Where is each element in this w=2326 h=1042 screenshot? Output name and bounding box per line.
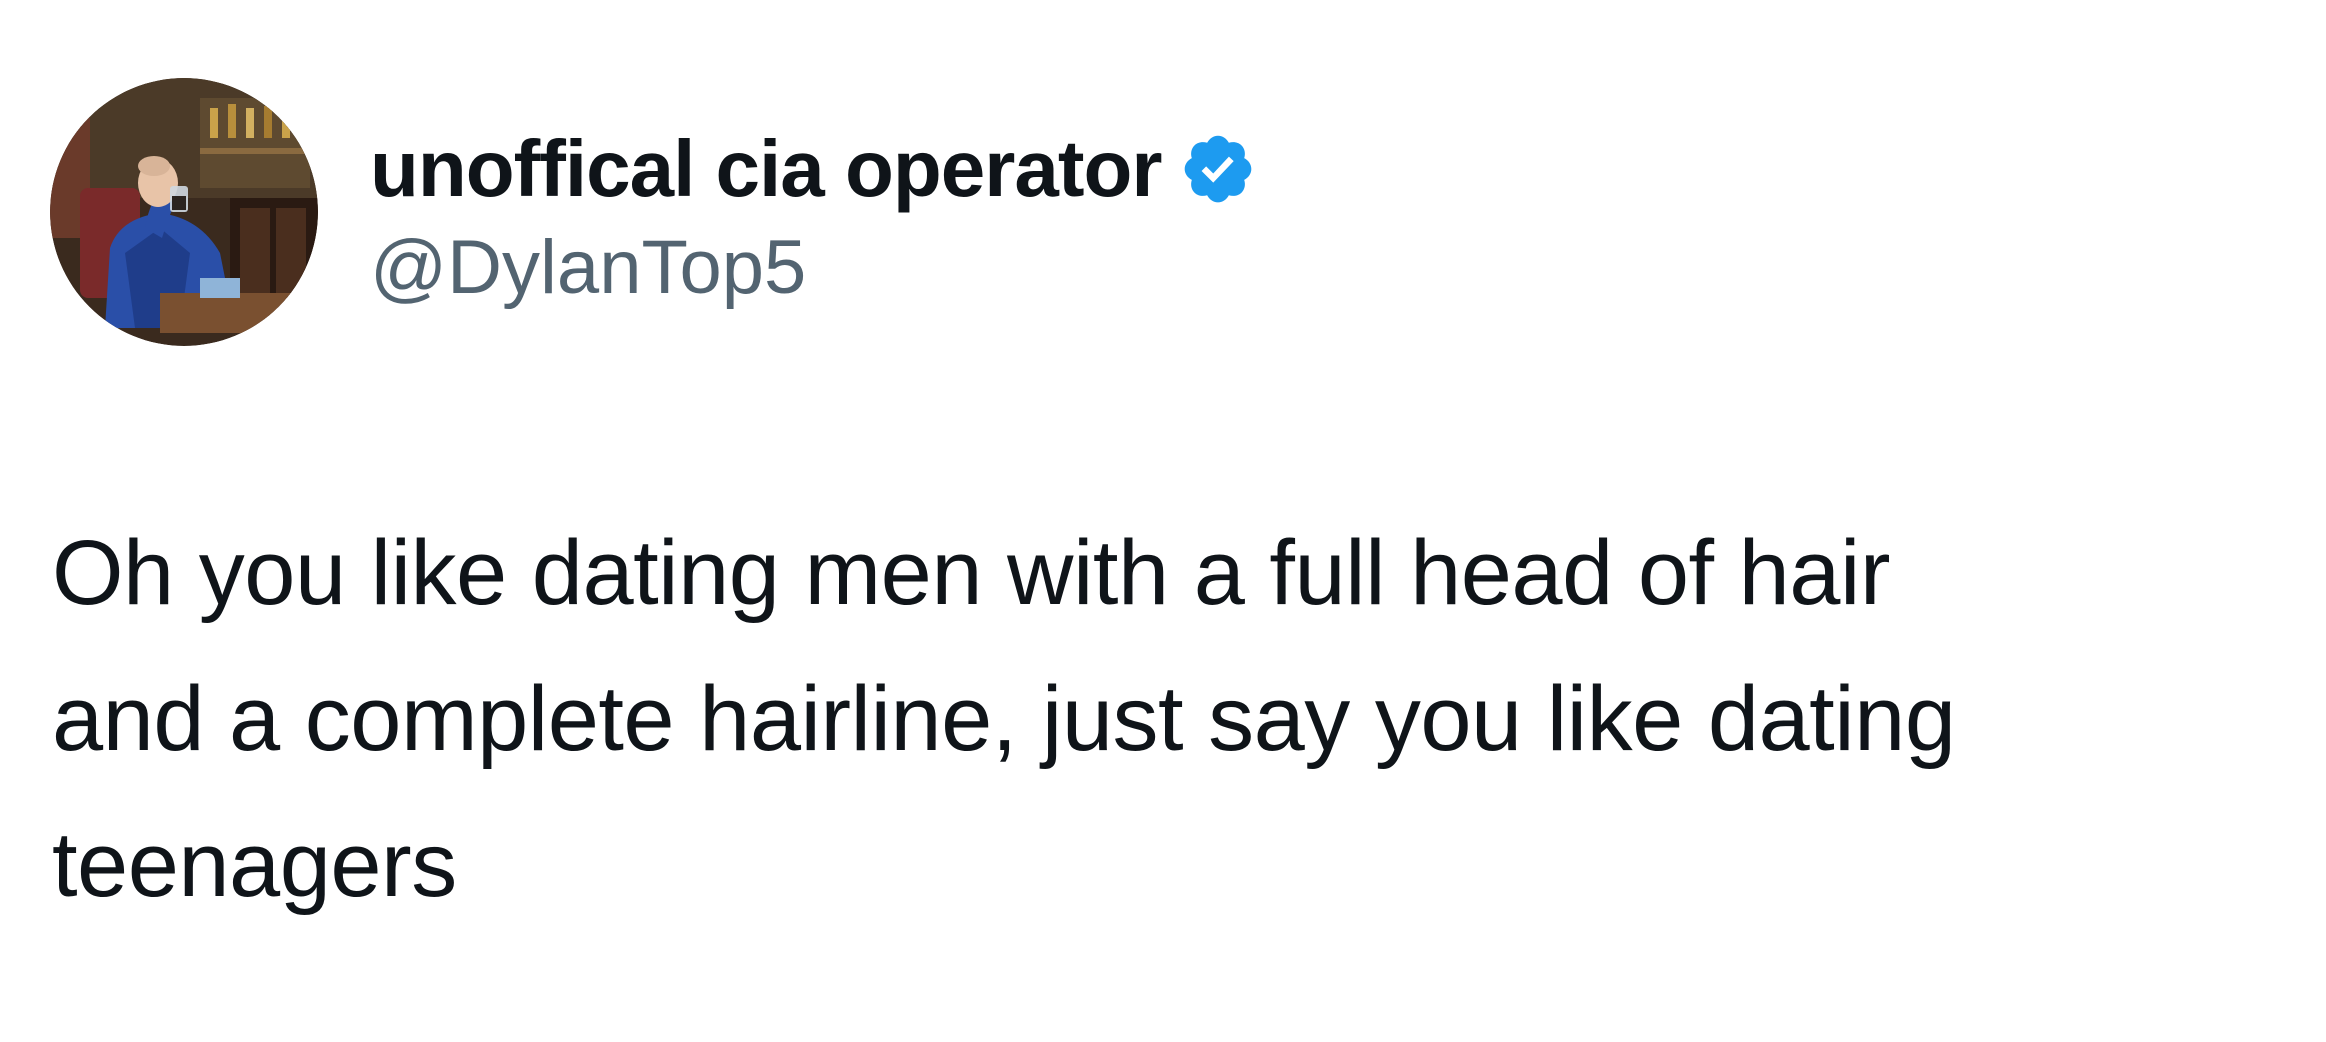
display-name[interactable]: unoffical cia operator [370,123,1162,215]
avatar[interactable] [50,78,318,346]
display-name-row: unoffical cia operator [370,114,1257,224]
author-handle[interactable]: @DylanTop5 [370,224,1257,311]
tweet-card: unoffical cia operator @DylanTop5 Oh you… [0,0,2326,1042]
verified-badge-icon[interactable] [1179,130,1257,208]
author-names: unoffical cia operator @DylanTop5 [370,114,1257,311]
avatar-photo-icon [50,78,318,346]
tweet-header: unoffical cia operator @DylanTop5 [50,78,1257,346]
tweet-text: Oh you like dating men with a full head … [52,522,1956,916]
